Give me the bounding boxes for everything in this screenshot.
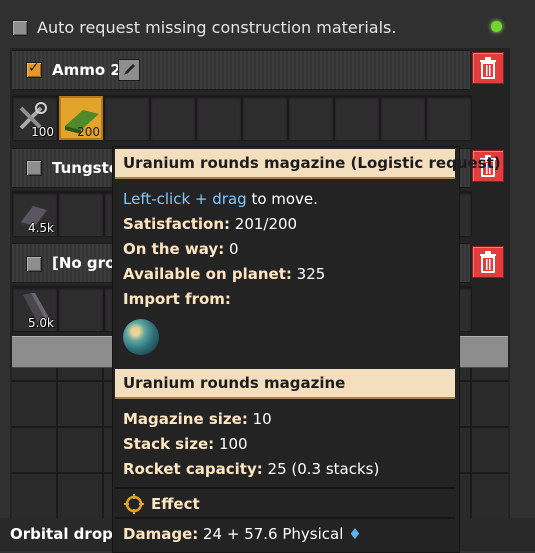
available-row: Available on planet: 325 [123,265,325,283]
effect-title: Effect [151,495,200,513]
damage-value: 24 + 57.6 Physical [203,525,344,543]
satisfaction-label: Satisfaction: [123,215,230,233]
section-tungsten-checkbox[interactable] [26,160,42,176]
stack-row: Stack size: 100 [123,435,248,453]
import-row: Import from: [123,290,231,308]
hint-action: Left-click + drag [123,190,247,208]
section-ammo-title: Ammo 2 [52,61,121,79]
empty-slot[interactable] [196,95,242,141]
item-tooltip: Uranium rounds magazine (Logistic reques… [112,146,501,553]
slot-tungsten-carbide[interactable]: 5.0k [12,286,58,332]
slot-count: 200 [77,125,100,139]
satisfaction-value: 201/200 [234,215,298,233]
satisfaction-row: Satisfaction: 201/200 [123,215,297,233]
empty-slot[interactable] [150,95,196,141]
stack-label: Stack size: [123,435,215,453]
magazine-value: 10 [252,410,272,428]
empty-slot[interactable] [58,191,104,237]
section-ammo-checkbox[interactable]: ✓ [26,60,42,78]
physical-damage-icon: ♦ [348,525,362,543]
tooltip-separator [115,517,455,519]
section-no-group-delete-button[interactable] [472,246,504,278]
auto-request-checkbox[interactable] [12,20,28,36]
section-tungsten-title: Tungste [52,159,119,177]
on-the-way-row: On the way: 0 [123,240,239,258]
effect-icon [123,493,145,515]
slot-count: 5.0k [27,316,54,330]
tooltip-item-title: Uranium rounds magazine [115,369,455,399]
damage-label: Damage: [123,525,199,543]
slot-tungsten-plate[interactable]: 4.5k [12,191,58,237]
trash-icon [480,57,496,79]
rocket-label: Rocket capacity: [123,460,263,478]
auto-request-label: Auto request missing construction materi… [37,18,397,37]
planet-icon [123,319,159,355]
rocket-value: 25 (0.3 stacks) [267,460,380,478]
empty-slot[interactable] [426,95,472,141]
damage-row: Damage: 24 + 57.6 Physical ♦ [123,525,362,543]
available-label: Available on planet: [123,265,292,283]
empty-slot[interactable] [380,95,426,141]
available-value: 325 [296,265,326,283]
tooltip-hint: Left-click + drag to move. [123,190,318,208]
empty-slot[interactable] [242,95,288,141]
hint-rest: to move. [251,190,318,208]
magazine-row: Magazine size: 10 [123,410,272,428]
import-label: Import from: [123,290,231,308]
empty-slot[interactable] [58,286,104,332]
slot-repair-pack[interactable]: 100 [12,95,58,141]
section-no-group-checkbox[interactable] [26,256,42,272]
on-the-way-label: On the way: [123,240,225,258]
tooltip-title: Uranium rounds magazine (Logistic reques… [115,149,501,179]
status-indicator-icon [491,21,502,32]
slot-uranium-rounds[interactable]: 200 [58,95,104,141]
empty-slot[interactable] [104,95,150,141]
empty-slot[interactable] [288,95,334,141]
section-ammo-delete-button[interactable] [472,52,504,84]
rename-icon[interactable] [118,59,140,81]
magazine-label: Magazine size: [123,410,248,428]
on-the-way-value: 0 [228,240,239,258]
trash-icon [480,251,496,273]
slot-count: 4.5k [27,221,54,235]
tooltip-separator [115,487,455,489]
rocket-row: Rocket capacity: 25 (0.3 stacks) [123,460,379,478]
empty-slot[interactable] [334,95,380,141]
stack-value: 100 [218,435,248,453]
slot-count: 100 [31,125,54,139]
section-ammo-slots: 100 200 [12,95,472,141]
